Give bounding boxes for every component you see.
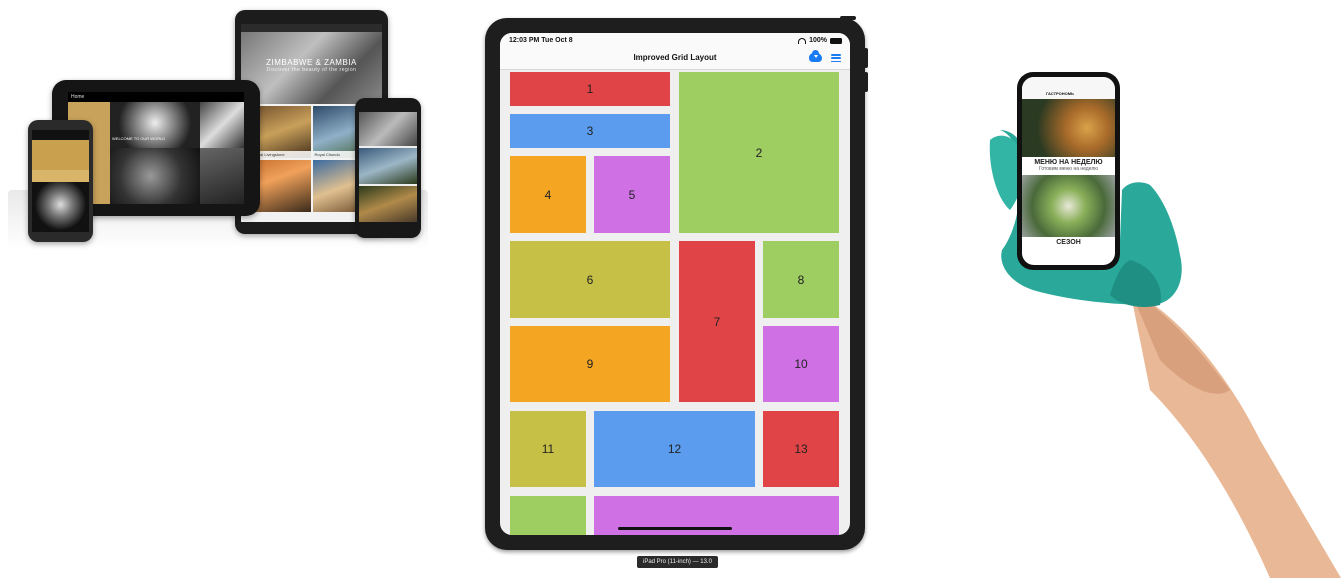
grid-tile[interactable]: 10 xyxy=(763,326,839,402)
device-collage-image: ZIMBABWE & ZAMBIA Discover the beauty of… xyxy=(0,0,430,250)
tile-label: 7 xyxy=(713,314,721,329)
grid-tile[interactable]: 2 xyxy=(679,72,839,233)
grid-tile[interactable]: 7 xyxy=(679,241,755,402)
home-indicator xyxy=(618,527,732,530)
grid-tile[interactable]: 11 xyxy=(510,411,586,487)
navigation-bar: Improved Grid Layout xyxy=(500,49,850,70)
phone-right-screen xyxy=(359,112,417,222)
photo-tile xyxy=(200,102,244,148)
season-title: СЕЗОН xyxy=(1056,239,1081,246)
page-title: Improved Grid Layout xyxy=(633,53,717,62)
hero-title: ZIMBABWE & ZAMBIA xyxy=(266,58,357,67)
hero-subtitle: Discover the beauty of the region xyxy=(266,67,357,73)
photo-tile xyxy=(200,148,244,204)
tile-label: 13 xyxy=(794,442,808,456)
phone-right-hero xyxy=(359,112,417,146)
ipad-volume-up xyxy=(864,48,868,68)
phone-left-bar xyxy=(32,130,89,140)
status-bar: 12:03 PM Tue Oct 8 100% xyxy=(500,33,850,49)
phone-left-banner xyxy=(32,140,89,170)
phone-left-photo xyxy=(32,182,89,232)
phone-left-screen xyxy=(32,130,89,232)
grid-tile[interactable]: 9 xyxy=(510,326,670,402)
tile-label: 8 xyxy=(797,272,805,287)
phone-right-photo xyxy=(359,186,417,222)
menu-subtitle: Готовим меню на неделю xyxy=(1038,166,1099,172)
phone-right xyxy=(355,98,421,238)
battery-percent: 100% xyxy=(809,37,827,44)
grid-tile[interactable]: 5 xyxy=(594,156,670,233)
photo-tile xyxy=(110,148,200,204)
ipad-screen: 12:03 PM Tue Oct 8 100% Improved Grid La… xyxy=(500,33,850,535)
grid-tile[interactable]: 13 xyxy=(763,411,839,487)
simulator-device-label: iPad Pro (11-inch) — 13.0 xyxy=(637,556,718,568)
tablet-horizontal-screen: Home WELCOME TO OUR WORLD xyxy=(68,92,244,204)
status-right: 100% xyxy=(798,37,842,44)
battery-icon xyxy=(830,37,842,44)
handheld-phone-navbar: ГАСТРОНОМЬ xyxy=(1022,77,1115,99)
tile-label: 4 xyxy=(544,187,552,202)
welcome-label: WELCOME TO OUR WORLD xyxy=(112,136,166,141)
phone-right-photo xyxy=(359,148,417,184)
tile-label: 1 xyxy=(586,82,594,96)
tile-label: 12 xyxy=(667,442,682,456)
handheld-phone-title: ГАСТРОНОМЬ xyxy=(1046,91,1074,96)
ipad-volume-down xyxy=(864,72,868,92)
ipad-top-button xyxy=(840,16,856,20)
grid-tile[interactable]: 14 xyxy=(510,496,586,535)
phone-left xyxy=(28,120,93,242)
tablet-vertical-hero: ZIMBABWE & ZAMBIA Discover the beauty of… xyxy=(241,32,382,104)
tile-label: 2 xyxy=(755,145,763,160)
grid-tile[interactable]: 1 xyxy=(510,72,670,106)
handheld-phone-screen: ГАСТРОНОМЬ МЕНЮ НА НЕДЕЛЮ Готовим меню н… xyxy=(1022,77,1115,265)
wifi-icon xyxy=(798,37,807,44)
photo-tile xyxy=(110,102,200,148)
tile-label: 10 xyxy=(794,357,808,371)
salad-photo xyxy=(1022,175,1115,237)
tablet-horizontal-bar: Home xyxy=(68,92,244,102)
tile-label: 11 xyxy=(541,442,555,456)
menu-title: МЕНЮ НА НЕДЕЛЮ xyxy=(1034,159,1103,166)
tile-label: 3 xyxy=(586,124,594,138)
tile-label: 6 xyxy=(586,272,594,287)
handheld-phone: ГАСТРОНОМЬ МЕНЮ НА НЕДЕЛЮ Готовим меню н… xyxy=(1017,72,1120,270)
grid-tile[interactable]: 3 xyxy=(510,114,670,148)
tile-label: 9 xyxy=(586,357,594,371)
food-photo xyxy=(1022,99,1115,157)
grid-tile[interactable]: 12 xyxy=(594,411,755,487)
tile-label: 5 xyxy=(628,187,636,202)
grid-tile[interactable]: 6 xyxy=(510,241,670,318)
grid-layout: 1 2 3 4 5 6 7 8 9 10 11 12 13 14 15 xyxy=(500,70,850,535)
grid-tile[interactable]: 8 xyxy=(763,241,839,318)
tablet-vertical-bar xyxy=(241,24,382,32)
status-time: 12:03 PM Tue Oct 8 xyxy=(509,37,573,44)
menu-icon[interactable] xyxy=(831,54,841,63)
grid-tile[interactable]: 4 xyxy=(510,156,586,233)
cloud-download-icon[interactable] xyxy=(809,50,822,62)
